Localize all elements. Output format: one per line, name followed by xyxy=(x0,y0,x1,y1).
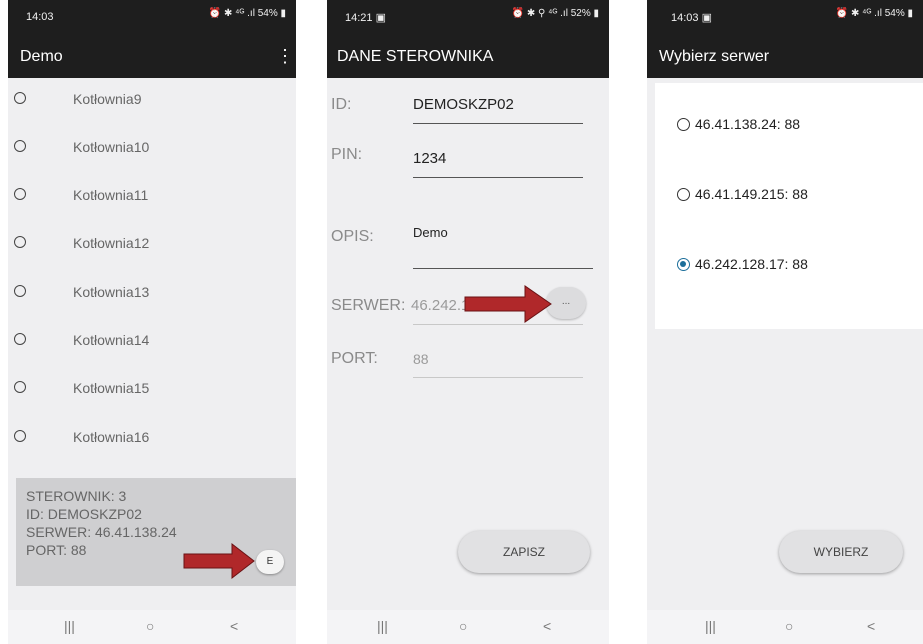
opis-field[interactable]: Demo xyxy=(413,225,448,240)
server-list: 46.41.138.24: 88 46.41.149.215: 88 46.24… xyxy=(655,83,923,329)
radio-unselected-icon[interactable] xyxy=(14,140,26,152)
serwer-field-underline xyxy=(413,324,583,325)
info-port: PORT: 88 xyxy=(26,542,87,558)
app-bar: 14:21 ▣ ⏰ ✱ ⚲ ⁴ᴳ .ıl 52% ▮ DANE STEROWNI… xyxy=(327,0,609,78)
list-item-label: Kotłownia11 xyxy=(73,187,149,203)
app-title: DANE STEROWNIKA xyxy=(337,48,494,65)
id-label: ID: xyxy=(331,96,352,113)
recents-icon[interactable]: ||| xyxy=(64,618,75,634)
server-option-label: 46.41.149.215: 88 xyxy=(695,186,808,202)
radio-unselected-icon[interactable] xyxy=(677,118,690,131)
status-icons: ⏰ ✱ ⁴ᴳ .ıl 54% ▮ xyxy=(835,8,913,19)
list-item[interactable]: Kotłownia9 xyxy=(8,80,296,120)
pin-field[interactable]: 1234 xyxy=(413,150,446,167)
back-icon[interactable]: < xyxy=(230,618,238,634)
system-nav-bar: ||| ○ < xyxy=(8,610,296,644)
radio-unselected-icon[interactable] xyxy=(14,188,26,200)
pin-field-underline xyxy=(413,177,583,178)
list-item-label: Kotłownia10 xyxy=(73,139,150,155)
list-item[interactable]: Kotłownia16 xyxy=(8,418,296,458)
list-item-label: Kotłownia9 xyxy=(73,91,142,107)
home-icon[interactable]: ○ xyxy=(146,618,154,634)
back-icon[interactable]: < xyxy=(543,618,551,634)
opis-field-underline xyxy=(413,268,593,269)
list-item-label: Kotłownia12 xyxy=(73,235,150,251)
radio-unselected-icon[interactable] xyxy=(14,381,26,393)
status-time: 14:03 xyxy=(26,11,54,23)
status-icons: ⏰ ✱ ⁴ᴳ .ıl 54% ▮ xyxy=(208,8,286,19)
recents-icon[interactable]: ||| xyxy=(377,618,388,634)
radio-unselected-icon[interactable] xyxy=(14,236,26,248)
radio-unselected-icon[interactable] xyxy=(14,333,26,345)
app-title: Demo xyxy=(20,48,63,65)
app-title: Wybierz serwer xyxy=(659,48,770,65)
recents-icon[interactable]: ||| xyxy=(705,618,716,634)
more-vertical-icon[interactable]: ⋮ xyxy=(276,46,294,67)
red-arrow-icon xyxy=(464,285,552,323)
server-option-label: 46.41.138.24: 88 xyxy=(695,116,801,132)
radio-unselected-icon[interactable] xyxy=(14,285,26,297)
edit-button[interactable]: E xyxy=(256,550,284,574)
status-time: 14:03 ▣ xyxy=(671,12,712,24)
port-field: 88 xyxy=(413,351,429,367)
list-item[interactable]: Kotłownia15 xyxy=(8,369,296,409)
id-field[interactable]: DEMOSKZP02 xyxy=(413,96,514,113)
port-label: PORT: xyxy=(331,350,378,367)
list-item-label: Kotłownia14 xyxy=(73,332,150,348)
info-id: ID: DEMOSKZP02 xyxy=(26,506,142,522)
app-bar: 14:03 ▣ ⏰ ✱ ⁴ᴳ .ıl 54% ▮ Wybierz serwer xyxy=(647,0,923,78)
port-field-underline xyxy=(413,377,583,378)
red-arrow-icon xyxy=(183,542,255,580)
app-bar: 14:03 ⏰ ✱ ⁴ᴳ .ıl 54% ▮ Demo ⋮ xyxy=(8,0,296,78)
info-sterownik: STEROWNIK: 3 xyxy=(26,488,127,504)
status-time: 14:21 ▣ xyxy=(345,12,386,24)
system-nav-bar: ||| ○ < xyxy=(327,610,609,644)
list-item-label: Kotłownia15 xyxy=(73,380,150,396)
list-item[interactable]: Kotłownia10 xyxy=(8,128,296,168)
server-option-label: 46.242.128.17: 88 xyxy=(695,256,808,272)
id-field-underline xyxy=(413,123,583,124)
serwer-label: SERWER: xyxy=(331,297,406,314)
opis-label: OPIS: xyxy=(331,228,374,245)
list-item-label: Kotłownia13 xyxy=(73,284,150,300)
system-nav-bar: ||| ○ < xyxy=(647,610,923,644)
phone-controller-list: 14:03 ⏰ ✱ ⁴ᴳ .ıl 54% ▮ Demo ⋮ Kotłownia9… xyxy=(8,0,296,644)
info-serwer: SERWER: 46.41.138.24 xyxy=(26,524,177,540)
list-item[interactable]: Kotłownia11 xyxy=(8,176,296,216)
phone-controller-details: 14:21 ▣ ⏰ ✱ ⚲ ⁴ᴳ .ıl 52% ▮ DANE STEROWNI… xyxy=(327,0,609,644)
status-icons: ⏰ ✱ ⚲ ⁴ᴳ .ıl 52% ▮ xyxy=(511,8,599,19)
save-button[interactable]: ZAPISZ xyxy=(458,531,590,573)
list-item[interactable]: Kotłownia14 xyxy=(8,321,296,361)
pin-label: PIN: xyxy=(331,146,363,163)
home-icon[interactable]: ○ xyxy=(785,618,793,634)
list-item-label: Kotłownia16 xyxy=(73,429,150,445)
list-item[interactable]: Kotłownia12 xyxy=(8,224,296,264)
back-icon[interactable]: < xyxy=(867,618,875,634)
home-icon[interactable]: ○ xyxy=(459,618,467,634)
radio-unselected-icon[interactable] xyxy=(14,92,26,104)
phone-server-select: 14:03 ▣ ⏰ ✱ ⁴ᴳ .ıl 54% ▮ Wybierz serwer … xyxy=(647,0,923,644)
list-item[interactable]: Kotłownia13 xyxy=(8,273,296,313)
choose-button[interactable]: WYBIERZ xyxy=(779,531,903,573)
radio-unselected-icon[interactable] xyxy=(14,430,26,442)
radio-unselected-icon[interactable] xyxy=(677,188,690,201)
radio-selected-icon[interactable] xyxy=(677,258,690,271)
